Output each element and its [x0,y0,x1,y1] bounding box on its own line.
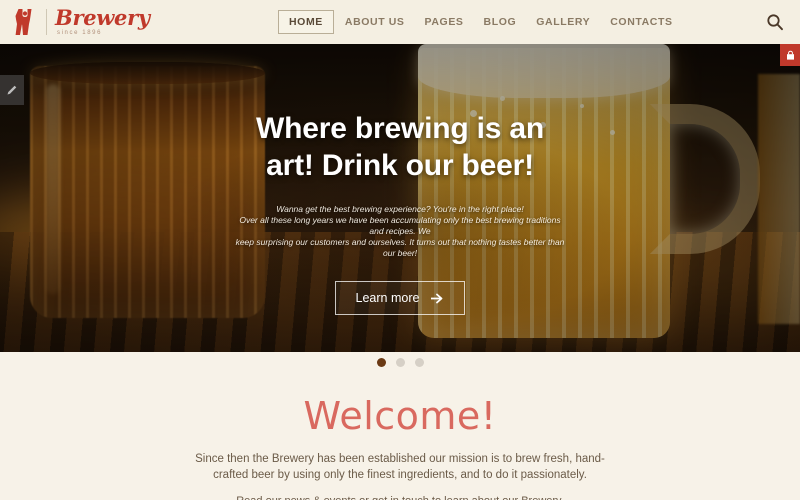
welcome-links-prefix: Read our [236,495,284,500]
welcome-paragraph: Since then the Brewery has been establis… [190,451,610,483]
main-navigation: HOME ABOUT US PAGES BLOG GALLERY CONTACT… [278,10,682,34]
welcome-paragraph-line-2: beer by using only the finest ingredient… [251,469,587,481]
cart-icon[interactable] [780,44,800,66]
welcome-links-line: Read our news & events or get in touch t… [236,495,564,500]
logo-text: Brewery since 1896 [55,5,150,36]
news-events-link[interactable]: news & events [285,495,357,500]
hero-slider: Where brewing is an art! Drink our beer!… [0,44,800,352]
site-header: Brewery since 1896 HOME ABOUT US PAGES B… [0,0,800,44]
welcome-section: Welcome! Since then the Brewery has been… [0,352,800,500]
nav-item-about-us[interactable]: ABOUT US [336,10,414,34]
slider-dot-1[interactable] [376,358,386,367]
welcome-links-suffix: to learn about our Brewery. [429,495,564,500]
beer-pants-icon [12,7,38,37]
nav-item-gallery[interactable]: GALLERY [527,10,599,34]
nav-item-home[interactable]: HOME [278,10,334,34]
nav-item-pages[interactable]: PAGES [416,10,473,34]
learn-more-label: Learn more [355,291,420,305]
pencil-icon[interactable] [0,75,24,105]
nav-item-blog[interactable]: BLOG [475,10,526,34]
learn-more-button[interactable]: Learn more [334,281,466,315]
hero-description: Wanna get the best brewing experience? Y… [235,204,565,259]
search-icon[interactable] [764,11,786,33]
nav-item-contacts[interactable]: CONTACTS [601,10,681,34]
arrow-right-icon [431,293,444,304]
hero-desc-line-2: Over all these long years we have been a… [239,215,561,236]
slider-dot-2[interactable] [395,358,405,367]
logo-subtitle: since 1896 [57,30,103,36]
logo-title: Brewery [55,5,150,30]
hero-desc-line-3: keep surprising our customers and oursel… [235,237,565,258]
slider-dots [0,358,800,367]
hero-desc-line-1: Wanna get the best brewing experience? Y… [276,204,524,214]
hero-content: Where brewing is an art! Drink our beer!… [0,44,800,352]
hero-title-line-1: Where brewing is an [256,112,544,145]
slider-dot-3[interactable] [414,358,424,367]
page-root: Brewery since 1896 HOME ABOUT US PAGES B… [0,0,800,500]
welcome-title: Welcome! [303,394,497,438]
welcome-links-middle: or [356,495,372,500]
hero-title: Where brewing is an art! Drink our beer! [256,110,544,184]
logo[interactable]: Brewery since 1896 [0,7,250,37]
hero-title-line-2: art! Drink our beer! [266,149,534,182]
get-in-touch-link[interactable]: get in touch [372,495,429,500]
logo-divider [46,9,47,35]
